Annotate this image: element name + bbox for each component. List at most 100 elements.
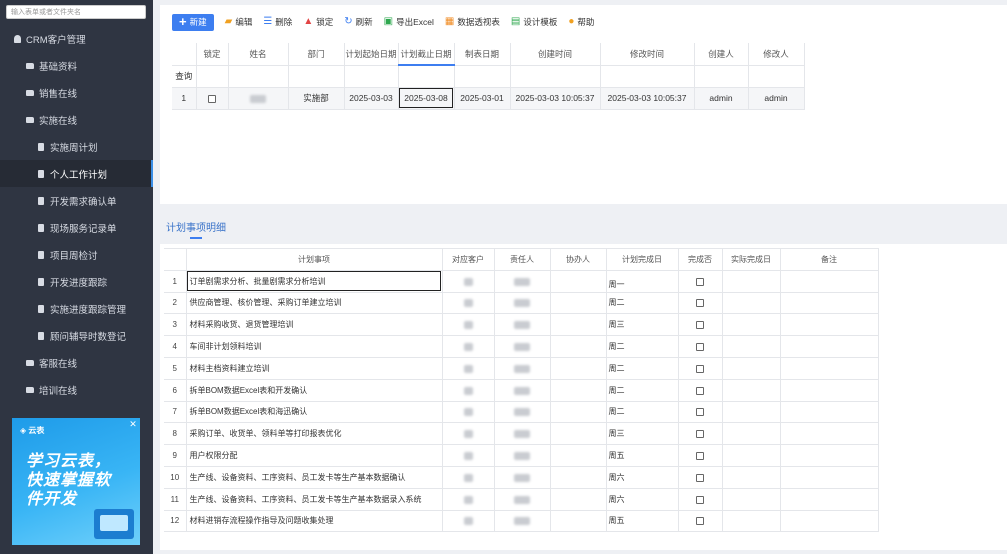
customer-cell[interactable] xyxy=(442,510,495,533)
close-icon[interactable]: ✕ xyxy=(128,419,138,429)
table-row[interactable]: 6 拆单BOM数据Excel表和开发确认 周二 xyxy=(164,379,879,402)
sidebar-item-project-review[interactable]: 项目周检讨 xyxy=(0,241,153,268)
checkbox[interactable] xyxy=(208,94,216,103)
checkbox[interactable] xyxy=(696,473,704,482)
planned-day-cell[interactable]: 周二 xyxy=(606,379,679,402)
customer-cell[interactable] xyxy=(442,313,495,337)
table-row[interactable]: 9 用户权限分配 周五 xyxy=(164,444,879,467)
done-checkbox-cell[interactable] xyxy=(678,401,723,424)
actual-date-cell[interactable] xyxy=(722,335,781,358)
help-button[interactable]: ● 帮助 xyxy=(568,16,594,28)
query-cell[interactable] xyxy=(288,65,345,88)
checkbox[interactable] xyxy=(696,517,704,526)
table-row[interactable]: 5 材料主档资料建立培训 周二 xyxy=(164,357,879,380)
planned-day-cell[interactable]: 周二 xyxy=(606,357,679,380)
task-cell[interactable]: 生产线、设备资料、工序资料、员工发卡等生产基本数据录入系统 xyxy=(186,488,443,511)
done-checkbox-cell[interactable] xyxy=(678,357,723,380)
table-date-cell[interactable]: 2025-03-01 xyxy=(454,87,511,110)
col-header-name[interactable]: 姓名 xyxy=(228,43,289,66)
name-cell[interactable] xyxy=(228,87,289,110)
table-row[interactable]: 7 拆单BOM数据Excel表和海迅确认 周二 xyxy=(164,401,879,424)
actual-date-cell[interactable] xyxy=(722,444,781,467)
owner-cell[interactable] xyxy=(494,379,551,402)
assistant-cell[interactable] xyxy=(550,313,607,337)
col-header-assistant[interactable]: 协办人 xyxy=(550,248,607,271)
owner-cell[interactable] xyxy=(494,270,551,293)
query-cell[interactable] xyxy=(600,65,695,88)
delete-button[interactable]: ☰ 删除 xyxy=(263,16,292,28)
owner-cell[interactable] xyxy=(494,488,551,511)
assistant-cell[interactable] xyxy=(550,422,607,446)
done-checkbox-cell[interactable] xyxy=(678,488,723,511)
table-row[interactable]: 2 供应商管理、核价管理、采购订单建立培训 周二 xyxy=(164,292,879,315)
task-cell[interactable]: 拆单BOM数据Excel表和海迅确认 xyxy=(186,401,443,424)
table-row[interactable]: 11 生产线、设备资料、工序资料、员工发卡等生产基本数据录入系统 周六 xyxy=(164,488,879,511)
col-header-planned-day[interactable]: 计划完成日 xyxy=(606,248,679,271)
col-header-actual-date[interactable]: 实际完成日 xyxy=(722,248,781,271)
task-cell[interactable]: 供应商管理、核价管理、采购订单建立培训 xyxy=(186,292,443,315)
sidebar-item-dev-progress[interactable]: 开发进度跟踪 xyxy=(0,268,153,295)
actual-date-cell[interactable] xyxy=(722,292,781,315)
owner-cell[interactable] xyxy=(494,335,551,358)
remark-cell[interactable] xyxy=(780,292,879,315)
done-checkbox-cell[interactable] xyxy=(678,379,723,402)
done-checkbox-cell[interactable] xyxy=(678,466,723,489)
table-row[interactable]: 1 订单剧需求分析、批量剧需求分析培训 周一 xyxy=(164,270,879,293)
checkbox[interactable] xyxy=(696,299,704,308)
planned-day-cell[interactable]: 周五 xyxy=(606,510,679,533)
actual-date-cell[interactable] xyxy=(722,510,781,533)
customer-cell[interactable] xyxy=(442,357,495,380)
done-checkbox-cell[interactable] xyxy=(678,444,723,467)
query-cell[interactable] xyxy=(344,65,399,88)
checkbox[interactable] xyxy=(696,451,704,460)
remark-cell[interactable] xyxy=(780,466,879,489)
assistant-cell[interactable] xyxy=(550,335,607,358)
sidebar-item-crm[interactable]: CRM客户管理 xyxy=(0,25,153,52)
task-cell[interactable]: 订单剧需求分析、批量剧需求分析培训 xyxy=(186,270,443,293)
sidebar-item-impl-progress[interactable]: 实施进度跟踪管理 xyxy=(0,295,153,322)
actual-date-cell[interactable] xyxy=(722,488,781,511)
done-checkbox-cell[interactable] xyxy=(678,510,723,533)
col-header-modifier[interactable]: 修改人 xyxy=(748,43,805,66)
edit-button[interactable]: ▰ 编辑 xyxy=(225,16,253,28)
owner-cell[interactable] xyxy=(494,466,551,489)
sidebar-item-consultant-hours[interactable]: 顾问辅导时数登记 xyxy=(0,322,153,349)
planned-day-cell[interactable]: 周六 xyxy=(606,466,679,489)
table-row[interactable]: 3 材料采购收货、退货管理培训 周三 xyxy=(164,313,879,337)
modified-at-cell[interactable]: 2025-03-03 10:05:37 xyxy=(600,87,695,110)
remark-cell[interactable] xyxy=(780,379,879,402)
task-cell[interactable]: 材料采购收货、退货管理培训 xyxy=(186,313,443,337)
sidebar-item-implementation-online[interactable]: 实施在线 xyxy=(0,106,153,133)
checkbox[interactable] xyxy=(696,430,704,439)
owner-cell[interactable] xyxy=(494,422,551,446)
start-date-cell[interactable]: 2025-03-03 xyxy=(344,87,399,110)
owner-cell[interactable] xyxy=(494,401,551,424)
col-header-customer[interactable]: 对应客户 xyxy=(442,248,495,271)
planned-day-cell[interactable]: 周二 xyxy=(606,401,679,424)
task-cell[interactable]: 材料主档资料建立培训 xyxy=(186,357,443,380)
customer-cell[interactable] xyxy=(442,379,495,402)
department-cell[interactable]: 实施部 xyxy=(288,87,345,110)
sidebar-item-onsite-service[interactable]: 现场服务记录单 xyxy=(0,214,153,241)
col-header-created-at[interactable]: 创建时间 xyxy=(510,43,601,66)
actual-date-cell[interactable] xyxy=(722,422,781,446)
checkbox[interactable] xyxy=(696,408,704,417)
assistant-cell[interactable] xyxy=(550,444,607,467)
checkbox[interactable] xyxy=(696,321,704,330)
col-header-creator[interactable]: 创建人 xyxy=(694,43,749,66)
lock-button[interactable]: ▲ 锁定 xyxy=(303,16,333,28)
col-header-department[interactable]: 部门 xyxy=(288,43,345,66)
customer-cell[interactable] xyxy=(442,488,495,511)
sidebar-item-training-online[interactable]: 培训在线 xyxy=(0,376,153,403)
customer-cell[interactable] xyxy=(442,270,495,293)
planned-day-cell[interactable]: 周一 xyxy=(606,270,679,293)
query-cell[interactable] xyxy=(748,65,805,88)
checkbox[interactable] xyxy=(696,364,704,373)
remark-cell[interactable] xyxy=(780,510,879,533)
done-checkbox-cell[interactable] xyxy=(678,270,723,293)
query-cell[interactable] xyxy=(196,65,229,88)
actual-date-cell[interactable] xyxy=(722,313,781,337)
col-header-end-date[interactable]: 计划截止日期 xyxy=(398,43,455,66)
table-row[interactable]: 10 生产线、设备资料、工序资料、员工发卡等生产基本数据确认 周六 xyxy=(164,466,879,489)
checkbox[interactable] xyxy=(696,342,704,351)
